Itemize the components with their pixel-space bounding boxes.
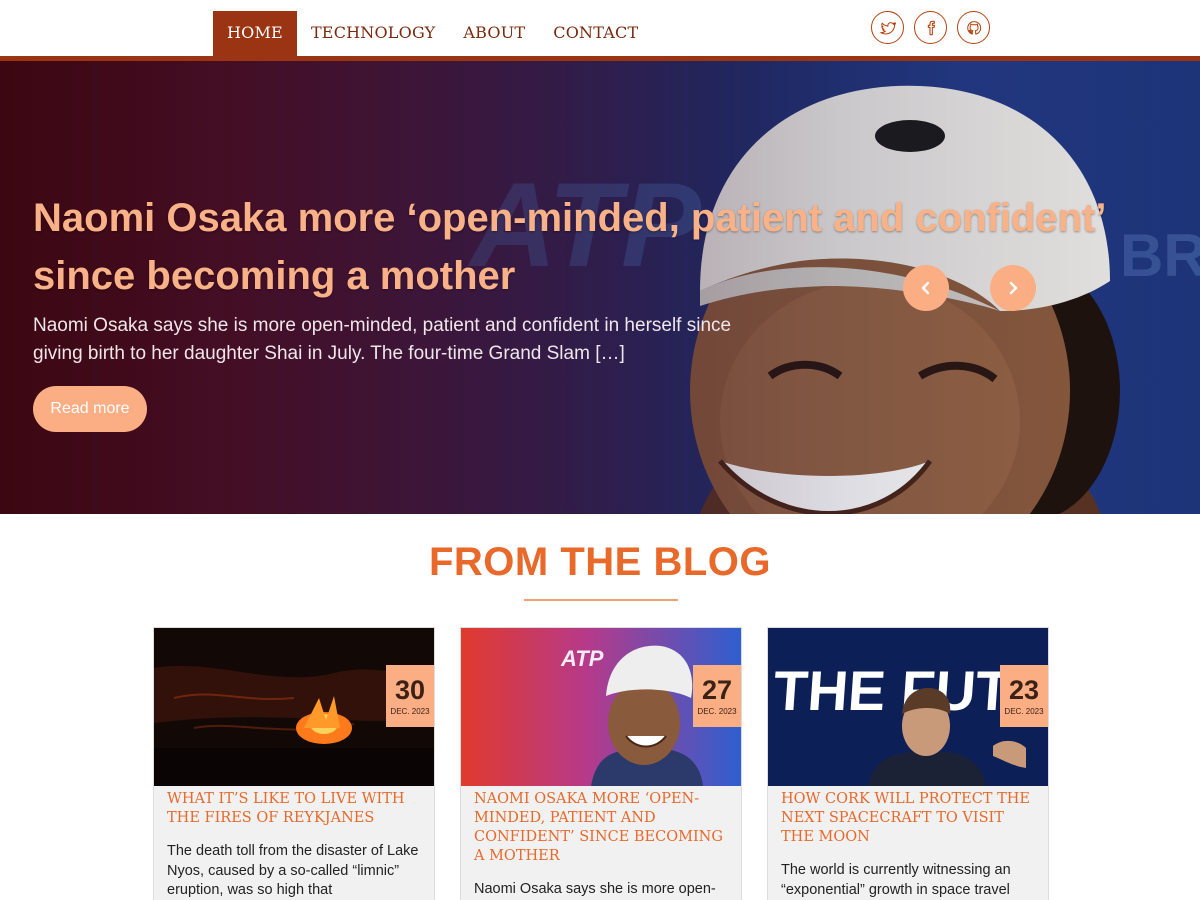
blog-section-heading: FROM THE BLOG	[428, 540, 772, 584]
github-link[interactable]	[957, 11, 990, 44]
hero-excerpt: Naomi Osaka says she is more open-minded…	[33, 315, 732, 364]
nav-item-contact[interactable]: CONTACT	[539, 11, 652, 57]
card-excerpt: Naomi Osaka says she is more open-	[474, 881, 716, 897]
card-image-future[interactable]: THE FUTURE 23 DEC. 2023	[768, 628, 1048, 786]
svg-text:ATP: ATP	[560, 646, 604, 671]
date-day: 27	[701, 675, 733, 705]
date-badge: 27 DEC. 2023	[693, 665, 741, 727]
card-image-volcano[interactable]: 30 DEC. 2023	[154, 628, 434, 786]
date-month: DEC. 2023	[390, 707, 430, 716]
github-icon	[966, 20, 981, 35]
card-title[interactable]: HOW CORK WILL PROTECT THE NEXT SPACECRAF…	[781, 790, 1039, 847]
blog-card: 30 DEC. 2023 WHAT IT’S LIKE TO LIVE WITH…	[153, 627, 435, 900]
top-navigation: HOME TECHNOLOGY ABOUT CONTACT	[0, 0, 1200, 57]
card-title[interactable]: NAOMI OSAKA MORE ‘OPEN-MINDED, PATIENT A…	[474, 790, 732, 866]
date-badge: 23 DEC. 2023	[1000, 665, 1048, 727]
twitter-link[interactable]	[871, 11, 904, 44]
chevron-right-icon	[1009, 281, 1018, 295]
card-excerpt: The world is currently witnessing an “ex…	[781, 862, 1011, 898]
nav-item-home[interactable]: HOME	[213, 11, 297, 57]
card-title[interactable]: WHAT IT’S LIKE TO LIVE WITH THE FIRES OF…	[167, 790, 425, 828]
nav-item-technology[interactable]: TECHNOLOGY	[297, 11, 449, 57]
facebook-icon	[927, 20, 935, 35]
facebook-link[interactable]	[914, 11, 947, 44]
main-menu: HOME TECHNOLOGY ABOUT CONTACT	[213, 11, 652, 57]
slider-next-button[interactable]	[990, 265, 1036, 311]
blog-card: THE FUTURE 23 DEC. 2023 HOW CORK WILL PR…	[767, 627, 1049, 900]
date-day: 23	[1008, 675, 1040, 705]
slider-prev-button[interactable]	[903, 265, 949, 311]
twitter-icon	[879, 21, 896, 35]
blog-card: ATP 27 DEC. 2023 NAOMI OSAKA MORE ‘OPEN-…	[460, 627, 742, 900]
date-month: DEC. 2023	[697, 707, 737, 716]
nav-item-about[interactable]: ABOUT	[449, 11, 539, 57]
chevron-left-icon	[921, 281, 930, 295]
social-links	[871, 11, 990, 44]
date-day: 30	[394, 675, 426, 705]
hero-slider: ATP BRIS Naomi Osaka more ‘open-minded, …	[0, 61, 1200, 514]
card-excerpt: The death toll from the disaster of Lake…	[167, 843, 419, 898]
read-more-button[interactable]: Read more	[33, 386, 147, 432]
card-image-osaka[interactable]: ATP 27 DEC. 2023	[461, 628, 741, 786]
date-badge: 30 DEC. 2023	[386, 665, 434, 727]
date-month: DEC. 2023	[1004, 707, 1044, 716]
heading-underline	[524, 599, 678, 601]
